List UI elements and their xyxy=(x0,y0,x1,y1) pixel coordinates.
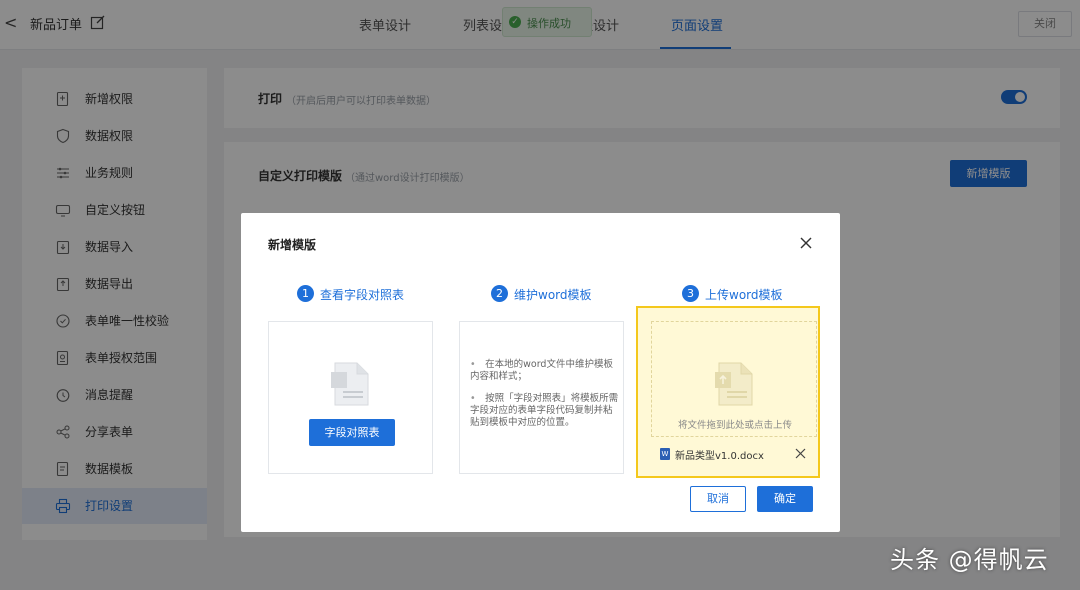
step-label: 维护word模板 xyxy=(514,288,592,302)
field-map-button[interactable]: 字段对照表 xyxy=(309,419,395,446)
upload-card: 将文件拖到此处或点击上传 W 新品类型v1.0.docx xyxy=(636,306,820,478)
uploaded-file-row: W 新品类型v1.0.docx xyxy=(651,440,817,468)
confirm-button[interactable]: 确定 xyxy=(757,486,813,512)
document-icon xyxy=(331,362,369,406)
close-icon[interactable] xyxy=(799,236,813,250)
cancel-button[interactable]: 取消 xyxy=(690,486,746,512)
instructions-card: • 在本地的word文件中维护模板内容和样式； • 按照「字段对照表」将模板所需… xyxy=(459,321,624,474)
step-number: 1 xyxy=(297,285,314,302)
upload-hint: 将文件拖到此处或点击上传 xyxy=(677,420,792,431)
upload-file-icon xyxy=(715,362,753,406)
modal-title: 新增模版 xyxy=(268,238,317,252)
word-file-icon: W xyxy=(660,448,670,460)
step-number: 2 xyxy=(491,285,508,302)
step-label: 上传word模板 xyxy=(705,288,783,302)
instruction-note: • 在本地的word文件中维护模板内容和样式； xyxy=(470,359,613,382)
remove-file-icon[interactable] xyxy=(795,448,806,459)
field-map-card: 字段对照表 xyxy=(268,321,433,474)
watermark: 头条 @得帆云 xyxy=(890,546,1049,574)
instruction-note: • 按照「字段对照表」将模板所需字段对应的表单字段代码复制并粘贴到模板中对应的位… xyxy=(470,393,619,428)
file-name: 新品类型v1.0.docx xyxy=(675,451,764,462)
step-number: 3 xyxy=(682,285,699,302)
add-template-modal: 新增模版 1 查看字段对照表 2 维护word模板 3 上传word模板 字段对… xyxy=(241,213,840,532)
upload-dropzone[interactable]: 将文件拖到此处或点击上传 xyxy=(651,321,817,437)
step-label: 查看字段对照表 xyxy=(320,288,405,302)
